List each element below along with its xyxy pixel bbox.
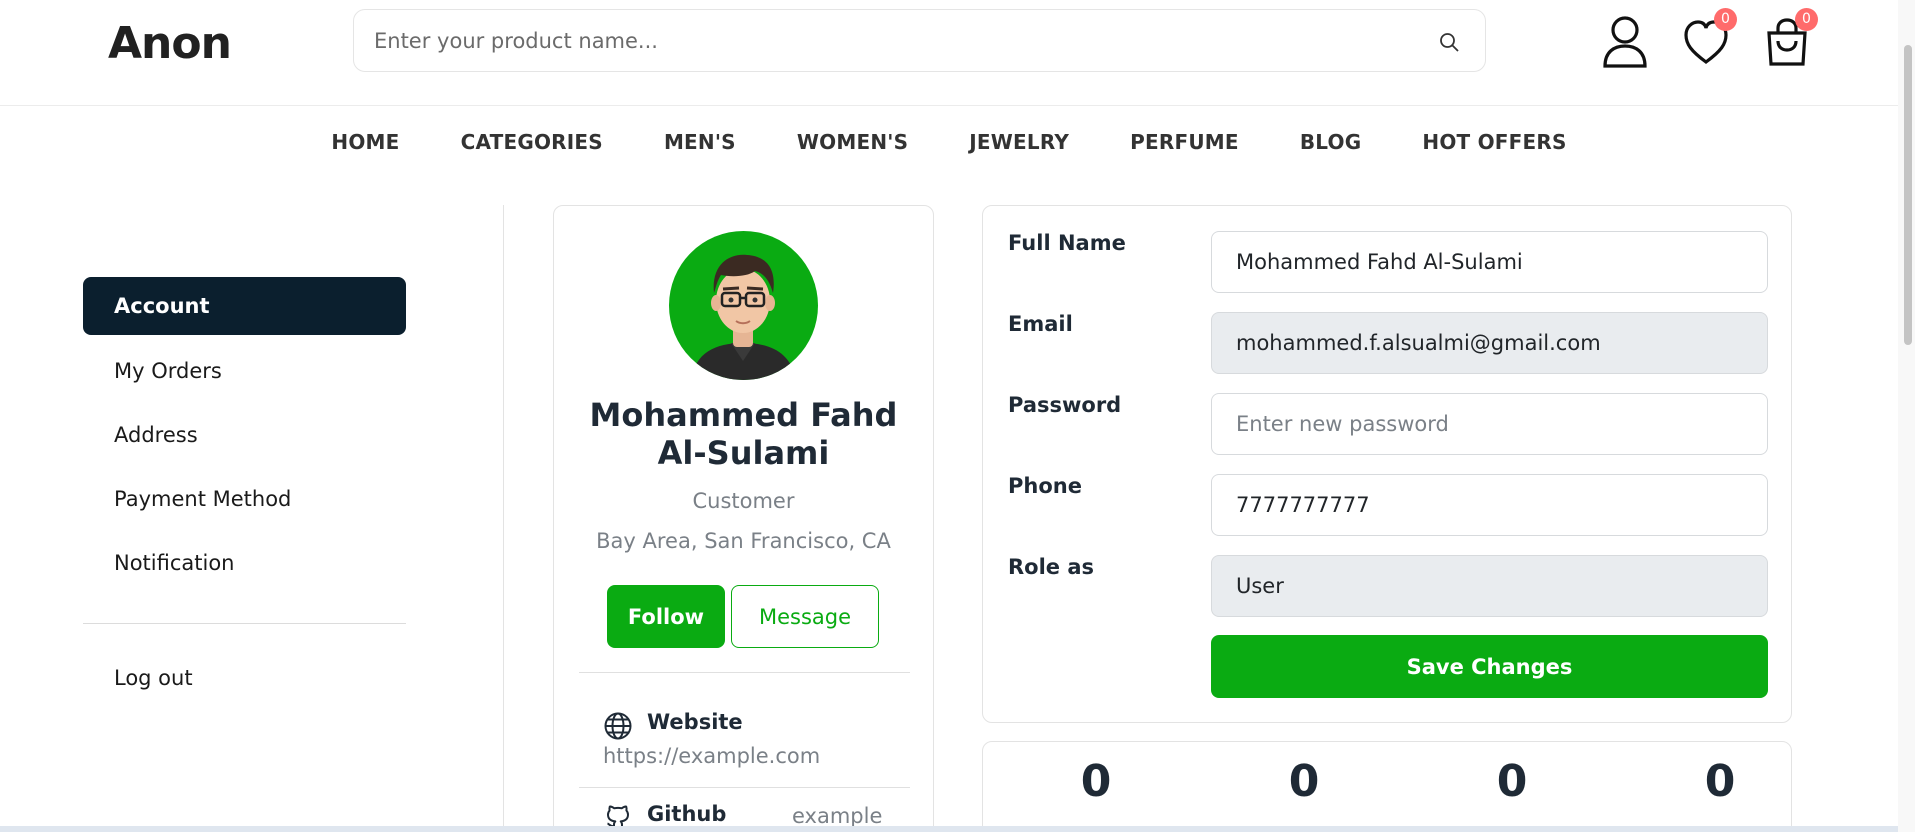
profile-location: Bay Area, San Francisco, CA [596,529,891,553]
wishlist-count-badge: 0 [1714,8,1737,31]
sidebar-item-payment-method[interactable]: Payment Method [83,470,406,528]
nav-item-womens[interactable]: WOMEN'S [797,130,908,154]
nav-item-mens[interactable]: MEN'S [664,130,736,154]
nav-item-hot-offers[interactable]: HOT OFFERS [1422,130,1566,154]
search-bar[interactable] [353,9,1486,72]
website-value[interactable]: https://example.com [603,744,820,768]
profile-card: Mohammed Fahd Al-Sulami Customer Bay Are… [553,205,934,832]
stats-card: 0 0 0 0 [982,741,1792,832]
header-divider [0,105,1898,106]
phone-field[interactable] [1211,474,1768,536]
sidebar-item-address[interactable]: Address [83,406,406,464]
password-label: Password [1008,393,1122,417]
message-button[interactable]: Message [731,585,879,648]
password-field[interactable] [1211,393,1768,455]
email-field[interactable] [1211,312,1768,374]
search-input[interactable] [374,10,1374,71]
sidebar-divider [83,623,406,624]
profile-name-line-1: Mohammed Fahd [589,396,898,434]
globe-icon [604,712,632,740]
stat-value: 0 [1496,756,1528,807]
brand-logo[interactable]: Anon [108,18,232,69]
full-name-field[interactable] [1211,231,1768,293]
website-label: Website [647,710,743,734]
main-nav: HOME CATEGORIES MEN'S WOMEN'S JEWELRY PE… [0,130,1898,154]
sidebar-separator [503,205,504,832]
search-icon[interactable] [1437,30,1461,54]
nav-item-perfume[interactable]: PERFUME [1130,130,1239,154]
profile-name-line-2: Al-Sulami [657,434,830,472]
user-icon[interactable] [1600,14,1650,70]
profile-divider [579,787,910,788]
profile-role: Customer [692,489,795,513]
phone-label: Phone [1008,474,1082,498]
nav-item-jewelry[interactable]: JEWELRY [969,130,1069,154]
scrollbar-thumb[interactable] [1904,45,1912,345]
profile-divider [579,672,910,673]
sidebar-item-logout[interactable]: Log out [83,649,406,707]
window-bottom-edge [0,826,1898,832]
sidebar-item-my-orders[interactable]: My Orders [83,342,406,400]
nav-item-blog[interactable]: BLOG [1300,130,1362,154]
stat-value: 0 [1288,756,1320,807]
account-form-card: Full Name Email Password Phone Role as S… [982,205,1792,723]
sidebar-item-account[interactable]: Account [83,277,406,335]
cart-count-badge: 0 [1795,8,1818,31]
full-name-label: Full Name [1008,231,1126,255]
heart-icon[interactable]: 0 [1681,8,1737,70]
github-value[interactable]: example [792,804,882,828]
github-label: Github [647,802,727,826]
shopping-bag-icon[interactable]: 0 [1762,8,1818,70]
role-field[interactable] [1211,555,1768,617]
stat-value: 0 [1080,756,1112,807]
stat-value: 0 [1704,756,1736,807]
sidebar-item-notification[interactable]: Notification [83,534,406,592]
nav-item-home[interactable]: HOME [331,130,399,154]
avatar [669,231,818,380]
role-label: Role as [1008,555,1095,579]
nav-item-categories[interactable]: CATEGORIES [461,130,603,154]
save-changes-button[interactable]: Save Changes [1211,635,1768,698]
email-label: Email [1008,312,1073,336]
follow-button[interactable]: Follow [607,585,725,648]
